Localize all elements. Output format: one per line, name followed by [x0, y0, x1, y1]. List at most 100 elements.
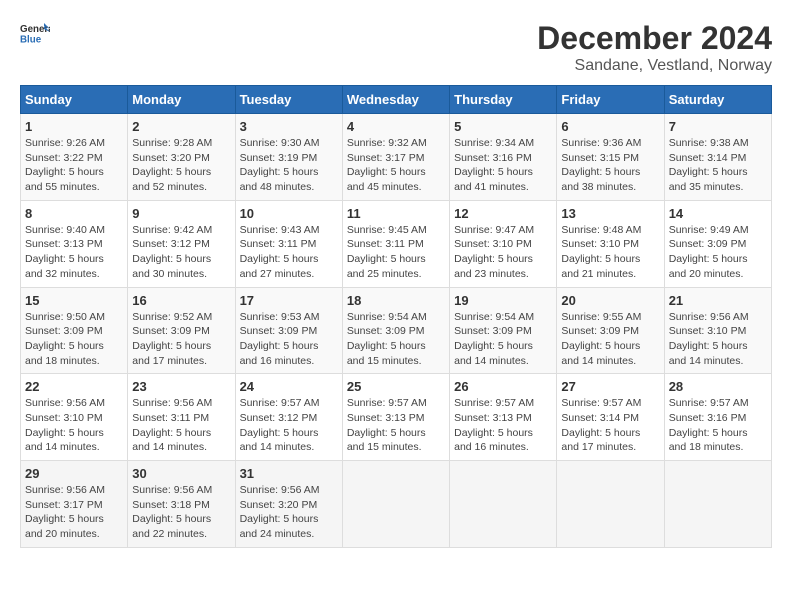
day-number: 25 — [347, 379, 445, 394]
day-detail: Sunrise: 9:48 AMSunset: 3:10 PMDaylight:… — [561, 223, 659, 282]
calendar-table: SundayMondayTuesdayWednesdayThursdayFrid… — [20, 85, 772, 548]
day-detail: Sunrise: 9:45 AMSunset: 3:11 PMDaylight:… — [347, 223, 445, 282]
calendar-header-wednesday: Wednesday — [342, 86, 449, 114]
calendar-cell: 4 Sunrise: 9:32 AMSunset: 3:17 PMDaylight… — [342, 114, 449, 201]
calendar-cell: 15Sunrise: 9:50 AMSunset: 3:09 PMDayligh… — [21, 287, 128, 374]
calendar-cell: 26Sunrise: 9:57 AMSunset: 3:13 PMDayligh… — [450, 374, 557, 461]
calendar-cell: 17 Sunrise: 9:53 AMSunset: 3:09 PMDayligh… — [235, 287, 342, 374]
calendar-header-monday: Monday — [128, 86, 235, 114]
calendar-header-sunday: Sunday — [21, 86, 128, 114]
day-number: 3 — [240, 119, 338, 134]
day-number: 10 — [240, 206, 338, 221]
day-detail: Sunrise: 9:55 AMSunset: 3:09 PMDaylight:… — [561, 310, 659, 369]
calendar-header-saturday: Saturday — [664, 86, 771, 114]
day-number: 16 — [132, 293, 230, 308]
calendar-cell: 10 Sunrise: 9:43 AMSunset: 3:11 PMDayligh… — [235, 200, 342, 287]
calendar-week-4: 22 Sunrise: 9:56 AMSunset: 3:10 PMDayligh… — [21, 374, 772, 461]
calendar-cell: 20 Sunrise: 9:55 AMSunset: 3:09 PMDayligh… — [557, 287, 664, 374]
calendar-cell: 14Sunrise: 9:49 AMSunset: 3:09 PMDayligh… — [664, 200, 771, 287]
day-detail: Sunrise: 9:56 AMSunset: 3:11 PMDaylight:… — [132, 396, 230, 455]
calendar-week-1: 1Sunrise: 9:26 AMSunset: 3:22 PMDaylight… — [21, 114, 772, 201]
calendar-cell: 12Sunrise: 9:47 AMSunset: 3:10 PMDayligh… — [450, 200, 557, 287]
calendar-cell: 6 Sunrise: 9:36 AMSunset: 3:15 PMDaylight… — [557, 114, 664, 201]
calendar-cell: 3 Sunrise: 9:30 AMSunset: 3:19 PMDaylight… — [235, 114, 342, 201]
day-detail: Sunrise: 9:57 AMSunset: 3:14 PMDaylight:… — [561, 396, 659, 455]
calendar-cell: 21Sunrise: 9:56 AMSunset: 3:10 PMDayligh… — [664, 287, 771, 374]
day-detail: Sunrise: 9:42 AMSunset: 3:12 PMDaylight:… — [132, 223, 230, 282]
calendar-cell: 31 Sunrise: 9:56 AMSunset: 3:20 PMDayligh… — [235, 461, 342, 548]
logo-icon: General Blue — [20, 20, 50, 50]
calendar-cell: 13 Sunrise: 9:48 AMSunset: 3:10 PMDayligh… — [557, 200, 664, 287]
calendar-cell: 19 Sunrise: 9:54 AMSunset: 3:09 PMDayligh… — [450, 287, 557, 374]
calendar-cell: 23 Sunrise: 9:56 AMSunset: 3:11 PMDayligh… — [128, 374, 235, 461]
calendar-cell — [557, 461, 664, 548]
day-detail: Sunrise: 9:53 AMSunset: 3:09 PMDaylight:… — [240, 310, 338, 369]
calendar-header-thursday: Thursday — [450, 86, 557, 114]
calendar-cell — [342, 461, 449, 548]
logo: General Blue — [20, 20, 50, 50]
day-detail: Sunrise: 9:32 AMSunset: 3:17 PMDaylight:… — [347, 136, 445, 195]
calendar-cell: 1Sunrise: 9:26 AMSunset: 3:22 PMDaylight… — [21, 114, 128, 201]
day-detail: Sunrise: 9:36 AMSunset: 3:15 PMDaylight:… — [561, 136, 659, 195]
calendar-week-5: 29 Sunrise: 9:56 AMSunset: 3:17 PMDayligh… — [21, 461, 772, 548]
day-detail: Sunrise: 9:43 AMSunset: 3:11 PMDaylight:… — [240, 223, 338, 282]
calendar-cell: 8 Sunrise: 9:40 AMSunset: 3:13 PMDaylight… — [21, 200, 128, 287]
day-number: 17 — [240, 293, 338, 308]
day-detail: Sunrise: 9:30 AMSunset: 3:19 PMDaylight:… — [240, 136, 338, 195]
calendar-cell: 16 Sunrise: 9:52 AMSunset: 3:09 PMDayligh… — [128, 287, 235, 374]
day-detail: Sunrise: 9:38 AMSunset: 3:14 PMDaylight:… — [669, 136, 767, 195]
day-detail: Sunrise: 9:54 AMSunset: 3:09 PMDaylight:… — [454, 310, 552, 369]
calendar-week-3: 15Sunrise: 9:50 AMSunset: 3:09 PMDayligh… — [21, 287, 772, 374]
day-number: 23 — [132, 379, 230, 394]
day-number: 5 — [454, 119, 552, 134]
svg-text:Blue: Blue — [20, 35, 42, 46]
day-detail: Sunrise: 9:49 AMSunset: 3:09 PMDaylight:… — [669, 223, 767, 282]
day-detail: Sunrise: 9:40 AMSunset: 3:13 PMDaylight:… — [25, 223, 123, 282]
calendar-cell: 24Sunrise: 9:57 AMSunset: 3:12 PMDayligh… — [235, 374, 342, 461]
calendar-cell: 28 Sunrise: 9:57 AMSunset: 3:16 PMDayligh… — [664, 374, 771, 461]
day-number: 4 — [347, 119, 445, 134]
calendar-header-row: SundayMondayTuesdayWednesdayThursdayFrid… — [21, 86, 772, 114]
calendar-header-friday: Friday — [557, 86, 664, 114]
day-number: 1 — [25, 119, 123, 134]
day-number: 2 — [132, 119, 230, 134]
day-number: 27 — [561, 379, 659, 394]
calendar-cell — [450, 461, 557, 548]
day-detail: Sunrise: 9:57 AMSunset: 3:16 PMDaylight:… — [669, 396, 767, 455]
day-detail: Sunrise: 9:54 AMSunset: 3:09 PMDaylight:… — [347, 310, 445, 369]
day-number: 29 — [25, 466, 123, 481]
day-detail: Sunrise: 9:56 AMSunset: 3:10 PMDaylight:… — [25, 396, 123, 455]
calendar-cell: 27 Sunrise: 9:57 AMSunset: 3:14 PMDayligh… — [557, 374, 664, 461]
subtitle: Sandane, Vestland, Norway — [537, 57, 772, 75]
main-title: December 2024 — [537, 20, 772, 57]
day-detail: Sunrise: 9:52 AMSunset: 3:09 PMDaylight:… — [132, 310, 230, 369]
calendar-cell: 22 Sunrise: 9:56 AMSunset: 3:10 PMDayligh… — [21, 374, 128, 461]
calendar-cell: 18Sunrise: 9:54 AMSunset: 3:09 PMDayligh… — [342, 287, 449, 374]
day-number: 22 — [25, 379, 123, 394]
calendar-cell — [664, 461, 771, 548]
page-header: General Blue December 2024 Sandane, Vest… — [20, 20, 772, 75]
day-number: 20 — [561, 293, 659, 308]
day-number: 31 — [240, 466, 338, 481]
day-number: 7 — [669, 119, 767, 134]
day-detail: Sunrise: 9:57 AMSunset: 3:13 PMDaylight:… — [347, 396, 445, 455]
day-number: 9 — [132, 206, 230, 221]
day-number: 13 — [561, 206, 659, 221]
day-number: 8 — [25, 206, 123, 221]
day-detail: Sunrise: 9:56 AMSunset: 3:10 PMDaylight:… — [669, 310, 767, 369]
day-number: 28 — [669, 379, 767, 394]
calendar-cell: 9 Sunrise: 9:42 AMSunset: 3:12 PMDaylight… — [128, 200, 235, 287]
day-detail: Sunrise: 9:57 AMSunset: 3:13 PMDaylight:… — [454, 396, 552, 455]
day-number: 19 — [454, 293, 552, 308]
calendar-cell: 29 Sunrise: 9:56 AMSunset: 3:17 PMDayligh… — [21, 461, 128, 548]
day-number: 15 — [25, 293, 123, 308]
calendar-cell: 25 Sunrise: 9:57 AMSunset: 3:13 PMDayligh… — [342, 374, 449, 461]
day-detail: Sunrise: 9:56 AMSunset: 3:20 PMDaylight:… — [240, 483, 338, 542]
day-detail: Sunrise: 9:34 AMSunset: 3:16 PMDaylight:… — [454, 136, 552, 195]
day-number: 6 — [561, 119, 659, 134]
day-detail: Sunrise: 9:57 AMSunset: 3:12 PMDaylight:… — [240, 396, 338, 455]
day-number: 30 — [132, 466, 230, 481]
calendar-cell: 7 Sunrise: 9:38 AMSunset: 3:14 PMDaylight… — [664, 114, 771, 201]
day-detail: Sunrise: 9:56 AMSunset: 3:17 PMDaylight:… — [25, 483, 123, 542]
day-detail: Sunrise: 9:28 AMSunset: 3:20 PMDaylight:… — [132, 136, 230, 195]
